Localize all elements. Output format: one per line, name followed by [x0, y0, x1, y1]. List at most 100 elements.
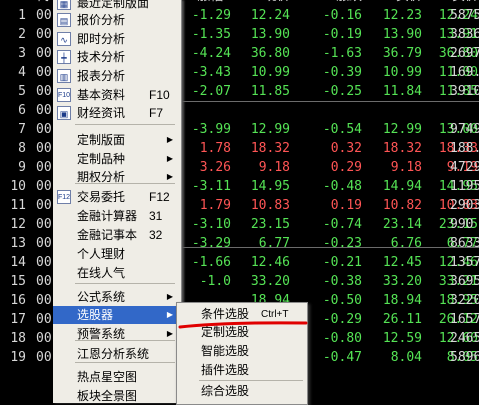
cell-change: -0.23: [322, 236, 362, 251]
cell-num: 13: [10, 236, 26, 251]
menu-item-label: 公式系统: [77, 290, 126, 304]
menu-item[interactable]: 金融记事本 32: [53, 226, 181, 244]
menu-item-shortcut: F12: [149, 190, 170, 204]
cell-vol: 2903: [450, 198, 479, 213]
cell-vol: 188.4: [450, 141, 479, 156]
menu-item[interactable]: 选股器 ▶: [53, 306, 181, 324]
cell-change: -0.50: [322, 293, 362, 308]
menu-item[interactable]: ▥ 报表分析: [53, 67, 181, 85]
row-divider: [180, 101, 479, 102]
cell-price: 12.46: [250, 255, 290, 270]
header-buy: 买价: [366, 0, 422, 5]
cell-num: 7: [18, 122, 26, 137]
cell-num: 19: [10, 350, 26, 365]
cell-code: 00: [36, 350, 52, 365]
menu-item[interactable]: 金融计算器 31: [53, 207, 181, 225]
cell-vol: 3910: [450, 84, 479, 99]
cell-price: 36.80: [250, 46, 290, 61]
cell-code: 00: [36, 179, 52, 194]
red-underline-stroke: [178, 321, 308, 329]
cell-change: -0.21: [322, 255, 362, 270]
menu-separator: [75, 283, 175, 284]
cell-vol: 8633: [450, 236, 479, 251]
cell-buy: 12.45: [382, 255, 422, 270]
menu-item[interactable]: ▣ 财经资讯 F7: [53, 104, 181, 122]
cell-price: 12.99: [250, 122, 290, 137]
submenu-item-label: 智能选股: [201, 344, 250, 358]
menu-item-shortcut: F7: [149, 106, 164, 120]
menu-item-label: 交易委托: [77, 190, 126, 204]
cell-code: 00: [36, 8, 52, 23]
submenu-arrow-icon: ▶: [166, 135, 173, 144]
main-menu: ▦ 最近定制版面 ▤ 报价分析 ∿ 即时分析 ┿ 技术分析 ▥ 报表分析 F10 基本资料 F10 ▣ 财经…: [53, 0, 182, 403]
cell-num: 4: [18, 65, 26, 80]
submenu-arrow-icon: ▶: [166, 154, 173, 163]
cell-change: -0.74: [322, 217, 362, 232]
cell-buy: 12.23: [382, 8, 422, 23]
row-divider: [180, 247, 479, 248]
cell-price: 23.15: [250, 217, 290, 232]
menu-item[interactable]: 定制品种 ▶: [53, 150, 181, 168]
cell-price: 14.95: [250, 179, 290, 194]
menu-item[interactable]: 在线人气: [53, 264, 181, 282]
cell-code: 00: [36, 141, 52, 156]
submenu-item[interactable]: 综合选股: [177, 382, 307, 401]
cell-num: 15: [10, 274, 26, 289]
cell-vol: 1195: [450, 179, 479, 194]
menu-item-label: 热点星空图: [77, 370, 138, 384]
cell-vol: 3836: [450, 27, 479, 42]
submenu-item[interactable]: 智能选股: [177, 342, 307, 361]
header-pct: 涨幅%: [181, 0, 231, 5]
menu-item[interactable]: ∿ 即时分析: [53, 30, 181, 48]
cell-pct: -3.11: [191, 179, 231, 194]
cell-pct: 3.26: [199, 160, 231, 175]
cell-num: 14: [10, 255, 26, 270]
cell-buy: 13.90: [382, 27, 422, 42]
menu-item[interactable]: 定制版面 ▶: [53, 131, 181, 149]
menu-item[interactable]: 板块全景图: [53, 387, 181, 405]
cell-pct: -4.24: [191, 46, 231, 61]
menu-separator: [75, 183, 175, 184]
menu-item[interactable]: F12 交易委托 F12: [53, 188, 181, 206]
submenu-item[interactable]: 插件选股: [177, 361, 307, 380]
cell-pct: -1.29: [191, 8, 231, 23]
cell-pct: -1.66: [191, 255, 231, 270]
menu-separator: [75, 340, 175, 341]
cell-buy: 33.20: [382, 274, 422, 289]
menu-separator: [75, 362, 175, 363]
menu-item-label: 即时分析: [77, 32, 126, 46]
cell-change: -0.29: [322, 312, 362, 327]
menu-item[interactable]: ▤ 报价分析: [53, 11, 181, 29]
cell-code: 00: [36, 27, 52, 42]
menu-item-label: 定制版面: [77, 133, 126, 147]
cell-buy: 18.32: [382, 141, 422, 156]
menu-item[interactable]: ┿ 技术分析: [53, 48, 181, 66]
menu-item-shortcut: 31: [149, 209, 163, 223]
cell-buy: 9.18: [390, 160, 422, 175]
cell-num: 17: [10, 312, 26, 327]
cell-pct: -3.29: [191, 236, 231, 251]
cell-vol: 990: [450, 217, 474, 232]
candle-icon: ┿: [57, 50, 71, 64]
cell-num: 9: [18, 160, 26, 175]
cell-code: 00: [36, 312, 52, 327]
menu-item-label: 个人理财: [77, 247, 126, 261]
line-chart-icon: ∿: [57, 32, 71, 46]
menu-item-label: 财经资讯: [77, 106, 126, 120]
cell-vol: 2465: [450, 331, 479, 346]
submenu-arrow-icon: ▶: [166, 292, 173, 301]
cell-code: 00: [36, 331, 52, 346]
menu-item[interactable]: 江恩分析系统: [53, 345, 181, 363]
menu-item-label: 金融记事本: [77, 228, 138, 242]
menu-item[interactable]: 个人理财: [53, 245, 181, 263]
menu-item[interactable]: F10 基本资料 F10: [53, 86, 181, 104]
menu-item-label: 定制品种: [77, 152, 126, 166]
menu-item[interactable]: 公式系统 ▶: [53, 288, 181, 306]
cell-price: 13.90: [250, 27, 290, 42]
cell-vol: 3220: [450, 293, 479, 308]
cell-price: 12.24: [250, 8, 290, 23]
menu-item[interactable]: 热点星空图: [53, 368, 181, 386]
cell-change: -0.16: [322, 8, 362, 23]
cell-buy: 23.14: [382, 217, 422, 232]
cell-num: 1: [18, 8, 26, 23]
